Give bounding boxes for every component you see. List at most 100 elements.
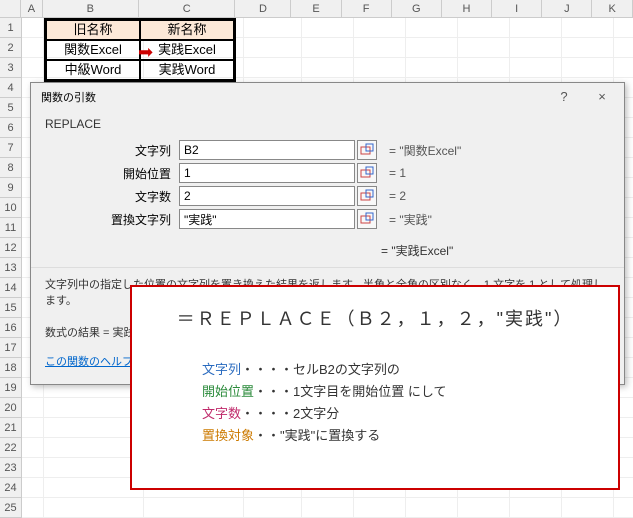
row-header[interactable]: 24 xyxy=(0,478,22,498)
row-header[interactable]: 4 xyxy=(0,78,22,98)
cell-b3[interactable]: 中級Word xyxy=(46,60,140,80)
grid-cell[interactable] xyxy=(22,418,44,438)
grid-cell[interactable] xyxy=(22,18,44,38)
arg3-input[interactable] xyxy=(179,186,355,206)
col-header[interactable]: J xyxy=(542,0,592,18)
grid-cell[interactable] xyxy=(562,498,614,518)
row-header[interactable]: 18 xyxy=(0,358,22,378)
grid-cell[interactable] xyxy=(510,18,562,38)
col-header[interactable]: K xyxy=(592,0,633,18)
grid-cell[interactable] xyxy=(44,458,144,478)
grid-cell[interactable] xyxy=(562,38,614,58)
row-header[interactable]: 11 xyxy=(0,218,22,238)
grid-cell[interactable] xyxy=(562,18,614,38)
grid-cell[interactable] xyxy=(244,18,302,38)
col-header[interactable]: I xyxy=(492,0,542,18)
row-header[interactable]: 16 xyxy=(0,318,22,338)
row-header[interactable]: 25 xyxy=(0,498,22,518)
grid-cell[interactable] xyxy=(406,498,458,518)
cell-c2[interactable]: 実践Excel xyxy=(140,40,234,60)
grid-cell[interactable] xyxy=(614,18,633,38)
grid-cell[interactable] xyxy=(44,478,144,498)
grid-cell[interactable] xyxy=(44,438,144,458)
row-header[interactable]: 10 xyxy=(0,198,22,218)
col-header[interactable]: A xyxy=(21,0,42,18)
help-button[interactable]: ? xyxy=(550,87,578,107)
grid-cell[interactable] xyxy=(302,58,354,78)
grid-cell[interactable] xyxy=(614,38,633,58)
row-header[interactable]: 14 xyxy=(0,278,22,298)
row-header[interactable]: 12 xyxy=(0,238,22,258)
arg1-input[interactable] xyxy=(179,140,355,160)
row-header[interactable]: 7 xyxy=(0,138,22,158)
arg4-input[interactable] xyxy=(179,209,355,229)
grid-cell[interactable] xyxy=(510,498,562,518)
row-header[interactable]: 15 xyxy=(0,298,22,318)
arg1-result: = "関数Excel" xyxy=(389,142,461,159)
grid-cell[interactable] xyxy=(406,38,458,58)
cell-b2[interactable]: 関数Excel xyxy=(46,40,140,60)
col-header[interactable]: G xyxy=(392,0,442,18)
grid-cell[interactable] xyxy=(244,58,302,78)
range-select-icon[interactable] xyxy=(357,209,377,229)
grid-cell[interactable] xyxy=(614,498,633,518)
col-header[interactable]: H xyxy=(442,0,492,18)
grid-cell[interactable] xyxy=(22,398,44,418)
range-select-icon[interactable] xyxy=(357,186,377,206)
grid-cell[interactable] xyxy=(562,58,614,78)
col-header[interactable]: B xyxy=(43,0,139,18)
grid-cell[interactable] xyxy=(22,38,44,58)
row-header[interactable]: 13 xyxy=(0,258,22,278)
grid-cell[interactable] xyxy=(354,18,406,38)
row-header[interactable]: 5 xyxy=(0,98,22,118)
grid-cell[interactable] xyxy=(510,58,562,78)
grid-cell[interactable] xyxy=(406,58,458,78)
row-header[interactable]: 17 xyxy=(0,338,22,358)
close-button[interactable]: × xyxy=(588,87,616,107)
grid-cell[interactable] xyxy=(44,398,144,418)
range-select-icon[interactable] xyxy=(357,140,377,160)
col-header[interactable]: E xyxy=(291,0,341,18)
grid-cell[interactable] xyxy=(458,498,510,518)
grid-cell[interactable] xyxy=(458,18,510,38)
grid-cell[interactable] xyxy=(244,38,302,58)
row-header[interactable]: 6 xyxy=(0,118,22,138)
row-header[interactable]: 21 xyxy=(0,418,22,438)
row-header[interactable]: 2 xyxy=(0,38,22,58)
grid-cell[interactable] xyxy=(22,458,44,478)
row-header[interactable]: 9 xyxy=(0,178,22,198)
arg2-input[interactable] xyxy=(179,163,355,183)
row-header[interactable]: 19 xyxy=(0,378,22,398)
grid-cell[interactable] xyxy=(302,38,354,58)
grid-cell[interactable] xyxy=(354,498,406,518)
grid-cell[interactable] xyxy=(244,498,302,518)
grid-cell[interactable] xyxy=(302,498,354,518)
grid-cell[interactable] xyxy=(406,18,458,38)
row-header[interactable]: 20 xyxy=(0,398,22,418)
grid-cell[interactable] xyxy=(458,38,510,58)
grid-cell[interactable] xyxy=(614,58,633,78)
spreadsheet-grid: ABCDEFGHIJK 1234567891011121314151617181… xyxy=(0,0,633,18)
row-header[interactable]: 8 xyxy=(0,158,22,178)
col-header[interactable]: F xyxy=(342,0,392,18)
grid-cell[interactable] xyxy=(22,478,44,498)
row-header[interactable]: 3 xyxy=(0,58,22,78)
col-header[interactable]: D xyxy=(235,0,291,18)
row-header[interactable]: 1 xyxy=(0,18,22,38)
grid-cell[interactable] xyxy=(302,18,354,38)
grid-cell[interactable] xyxy=(44,418,144,438)
grid-cell[interactable] xyxy=(144,498,244,518)
row-header[interactable]: 23 xyxy=(0,458,22,478)
col-header[interactable]: C xyxy=(139,0,235,18)
grid-cell[interactable] xyxy=(22,58,44,78)
grid-cell[interactable] xyxy=(510,38,562,58)
grid-cell[interactable] xyxy=(458,58,510,78)
grid-cell[interactable] xyxy=(22,498,44,518)
range-select-icon[interactable] xyxy=(357,163,377,183)
grid-cell[interactable] xyxy=(354,38,406,58)
row-header[interactable]: 22 xyxy=(0,438,22,458)
grid-cell[interactable] xyxy=(44,498,144,518)
grid-cell[interactable] xyxy=(22,438,44,458)
grid-cell[interactable] xyxy=(354,58,406,78)
cell-c3[interactable]: 実践Word xyxy=(140,60,234,80)
